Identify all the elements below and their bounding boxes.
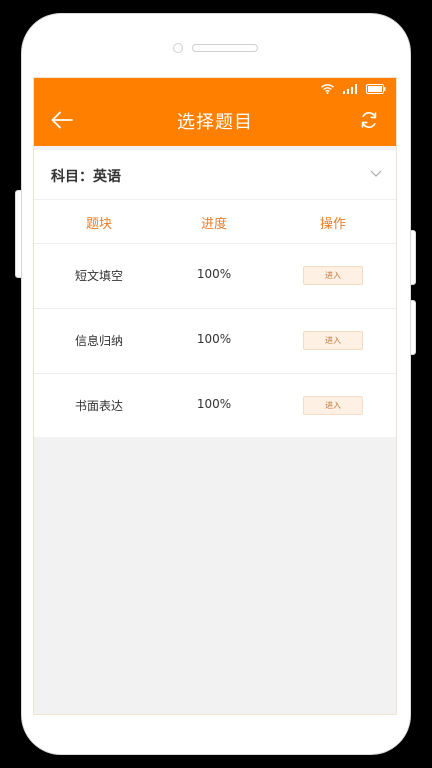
row-block-name: 书面表达 xyxy=(74,399,123,413)
enter-button[interactable]: 进入 xyxy=(303,396,363,415)
subject-prefix: 科目： xyxy=(51,169,93,185)
app-header: 选择题目 xyxy=(34,78,396,146)
front-camera xyxy=(173,43,183,53)
table-row: 书面表达 100% 进入 xyxy=(34,374,396,439)
row-progress: 100% xyxy=(196,332,232,346)
table-row: 信息归纳 100% 进入 xyxy=(34,309,396,374)
column-header-block: 题块 xyxy=(85,217,112,232)
subject-value: 英语 xyxy=(93,169,121,185)
refresh-icon[interactable] xyxy=(360,111,378,129)
status-bar xyxy=(321,83,386,95)
subject-selector[interactable]: 科目：英语 xyxy=(34,150,396,200)
enter-button[interactable]: 进入 xyxy=(303,266,363,285)
chevron-down-icon[interactable] xyxy=(370,169,382,178)
content-panel: 科目：英语 题块 进度 操作 短文填空 100% 进入 信息归纳 100% 进入… xyxy=(34,150,396,437)
column-header-progress: 进度 xyxy=(200,217,227,232)
app-screen: 选择题目 科目：英语 题块 进度 操作 短文填空 100% 进入 信息归纳 10… xyxy=(33,77,397,715)
subject-label: 科目：英语 xyxy=(51,166,121,186)
enter-button[interactable]: 进入 xyxy=(303,331,363,350)
wifi-icon xyxy=(321,84,334,94)
battery-icon xyxy=(366,84,386,94)
table-row: 短文填空 100% 进入 xyxy=(34,244,396,309)
row-block-name: 信息归纳 xyxy=(74,334,123,348)
row-progress: 100% xyxy=(196,397,232,411)
row-progress: 100% xyxy=(196,267,232,281)
row-block-name: 短文填空 xyxy=(74,269,123,283)
page-title: 选择题目 xyxy=(177,112,253,133)
column-header-action: 操作 xyxy=(319,217,346,232)
earpiece-speaker xyxy=(192,44,258,52)
table-header: 题块 进度 操作 xyxy=(34,200,396,244)
signal-icon xyxy=(343,84,357,94)
